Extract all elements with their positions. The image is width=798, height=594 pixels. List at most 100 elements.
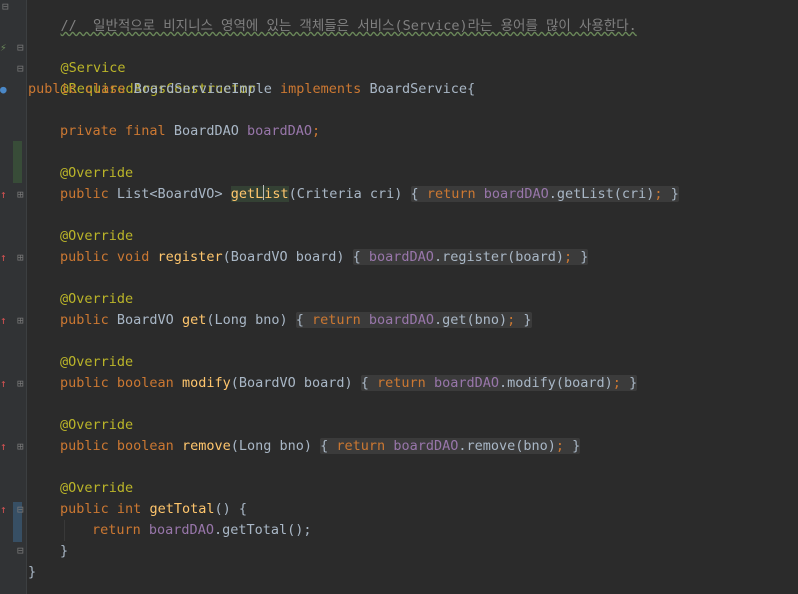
- override-arrow-icon[interactable]: ↑: [0, 184, 7, 205]
- call: .getTotal();: [213, 522, 312, 538]
- override-annotation: @Override: [60, 165, 134, 181]
- code-editor[interactable]: ⊟ ⚡ ⊟ ⊟ ● ↑ ⊞ ↑ ⊞ ↑ ⊞ ↑ ⊞ ↑ ⊞ ↑ ⊟ ⊟ // 일…: [0, 0, 798, 594]
- override-arrow-icon[interactable]: ↑: [0, 436, 7, 457]
- fold-icon[interactable]: ⊟: [17, 499, 24, 520]
- override-arrow-icon[interactable]: ↑: [0, 499, 7, 520]
- override-arrow-icon[interactable]: ↑: [0, 247, 7, 268]
- method-name: getList: [230, 185, 289, 202]
- fold-icon[interactable]: ⊟: [17, 58, 24, 79]
- fold-icon[interactable]: ⊞: [17, 247, 24, 268]
- method-register[interactable]: public void register(BoardVO board) { bo…: [60, 247, 589, 268]
- interface-name: BoardService{: [369, 81, 476, 97]
- keyword: int: [116, 501, 142, 517]
- keyword: public: [60, 438, 117, 454]
- fold-icon[interactable]: ⊟: [2, 0, 9, 17]
- semicolon: ;: [507, 312, 516, 328]
- comment-line[interactable]: // 일반적으로 비지니스 영역에 있는 객체들은 서비스(Service)라는…: [28, 0, 637, 34]
- field-ref: boardDAO: [393, 438, 459, 454]
- close-brace: }: [629, 375, 638, 391]
- folded-body[interactable]: { return boardDAO.remove(bno); }: [320, 438, 581, 454]
- method-gettotal[interactable]: public int getTotal() {: [60, 499, 247, 520]
- implements-icon[interactable]: ●: [0, 79, 7, 100]
- params: (Long bno): [230, 438, 321, 454]
- class-declaration[interactable]: public class BoardServiceImple implement…: [28, 79, 475, 100]
- gutter-separator: [26, 0, 27, 594]
- folded-body[interactable]: { return boardDAO.getList(cri); }: [410, 186, 679, 202]
- params: (Criteria cri): [288, 186, 411, 202]
- keyword: public: [60, 375, 117, 391]
- folded-body[interactable]: { return boardDAO.modify(board); }: [360, 375, 638, 391]
- return-statement[interactable]: return boardDAO.getTotal();: [92, 520, 312, 541]
- code-line[interactable]: @Override: [60, 289, 133, 310]
- fold-icon[interactable]: ⊞: [17, 436, 24, 457]
- class-close-brace[interactable]: }: [28, 562, 36, 583]
- return-type: BoardVO: [116, 312, 182, 328]
- method-name: get: [181, 312, 207, 328]
- semicolon: ;: [654, 186, 663, 202]
- semicolon: ;: [555, 438, 565, 454]
- override-arrow-icon[interactable]: ↑: [0, 373, 7, 394]
- code-line[interactable]: @Override: [60, 478, 133, 499]
- keyword: implements: [280, 81, 362, 97]
- params: (Long bno): [206, 312, 296, 328]
- vcs-change-marker[interactable]: [13, 141, 22, 183]
- call: .modify(board): [498, 375, 613, 391]
- keyword: public: [60, 501, 109, 517]
- fold-icon[interactable]: ⊞: [17, 373, 24, 394]
- folded-body[interactable]: { boardDAO.register(board); }: [352, 249, 589, 265]
- code-line[interactable]: @Service: [28, 37, 126, 76]
- comment-text: // 일반적으로 비지니스 영역에 있는 객체들은 서비스(Service)라는…: [60, 18, 637, 34]
- override-annotation: @Override: [60, 354, 134, 370]
- method-get[interactable]: public BoardVO get(Long bno) { return bo…: [60, 310, 532, 331]
- override-arrow-icon[interactable]: ↑: [0, 310, 7, 331]
- fold-icon[interactable]: ⊟: [17, 37, 24, 58]
- field-declaration[interactable]: private final BoardDAO boardDAO;: [60, 121, 320, 142]
- override-annotation: @Override: [60, 228, 134, 244]
- field-ref: boardDAO: [433, 375, 499, 391]
- method-getlist[interactable]: public List<BoardVO> getList(Criteria cr…: [60, 184, 679, 205]
- close-brace: }: [580, 249, 589, 265]
- field-name: boardDAO: [247, 123, 313, 139]
- fold-icon[interactable]: ⊞: [17, 310, 24, 331]
- call: .register(board): [433, 249, 564, 265]
- open-brace: {: [360, 375, 369, 391]
- folded-body[interactable]: { return boardDAO.get(bno); }: [295, 312, 532, 328]
- keyword: return: [336, 438, 394, 454]
- method-modify[interactable]: public boolean modify(BoardVO board) { r…: [60, 373, 638, 394]
- field-ref: boardDAO: [148, 522, 214, 538]
- keyword: private: [60, 123, 117, 139]
- bean-icon[interactable]: ⚡: [0, 37, 7, 58]
- keyword: class: [84, 81, 126, 97]
- code-line[interactable]: @Override: [60, 415, 133, 436]
- method-name: remove: [181, 438, 231, 454]
- keyword: public: [60, 249, 117, 265]
- call: .remove(bno): [458, 438, 556, 454]
- class-name: BoardServiceImple: [133, 81, 272, 97]
- open-brace: {: [352, 249, 361, 265]
- signature-rest: () {: [214, 501, 247, 517]
- open-brace: {: [410, 186, 419, 202]
- keyword: public: [28, 81, 77, 97]
- method-remove[interactable]: public boolean remove(Long bno) { return…: [60, 436, 581, 457]
- method-name: modify: [181, 375, 231, 391]
- return-type: void: [116, 249, 158, 265]
- params: (BoardVO board): [222, 249, 353, 265]
- code-line[interactable]: @Override: [60, 226, 133, 247]
- code-line[interactable]: @Override: [60, 163, 133, 184]
- field-ref: boardDAO: [368, 312, 434, 328]
- keyword: return: [92, 522, 141, 538]
- field-ref: boardDAO: [368, 249, 434, 265]
- fold-icon[interactable]: ⊞: [17, 184, 24, 205]
- fold-icon[interactable]: ⊟: [17, 540, 24, 561]
- keyword: return: [377, 375, 434, 391]
- close-brace: }: [523, 312, 532, 328]
- method-close-brace[interactable]: }: [60, 541, 68, 562]
- close-brace: }: [572, 438, 581, 454]
- params: (BoardVO board): [230, 375, 361, 391]
- field-type: BoardDAO: [173, 123, 239, 139]
- code-line[interactable]: @RequiredArgsConstructor: [28, 58, 256, 97]
- code-line[interactable]: @Override: [60, 352, 133, 373]
- keyword: public: [60, 312, 117, 328]
- call: .get(bno): [433, 312, 508, 328]
- indent-guide: [64, 520, 65, 541]
